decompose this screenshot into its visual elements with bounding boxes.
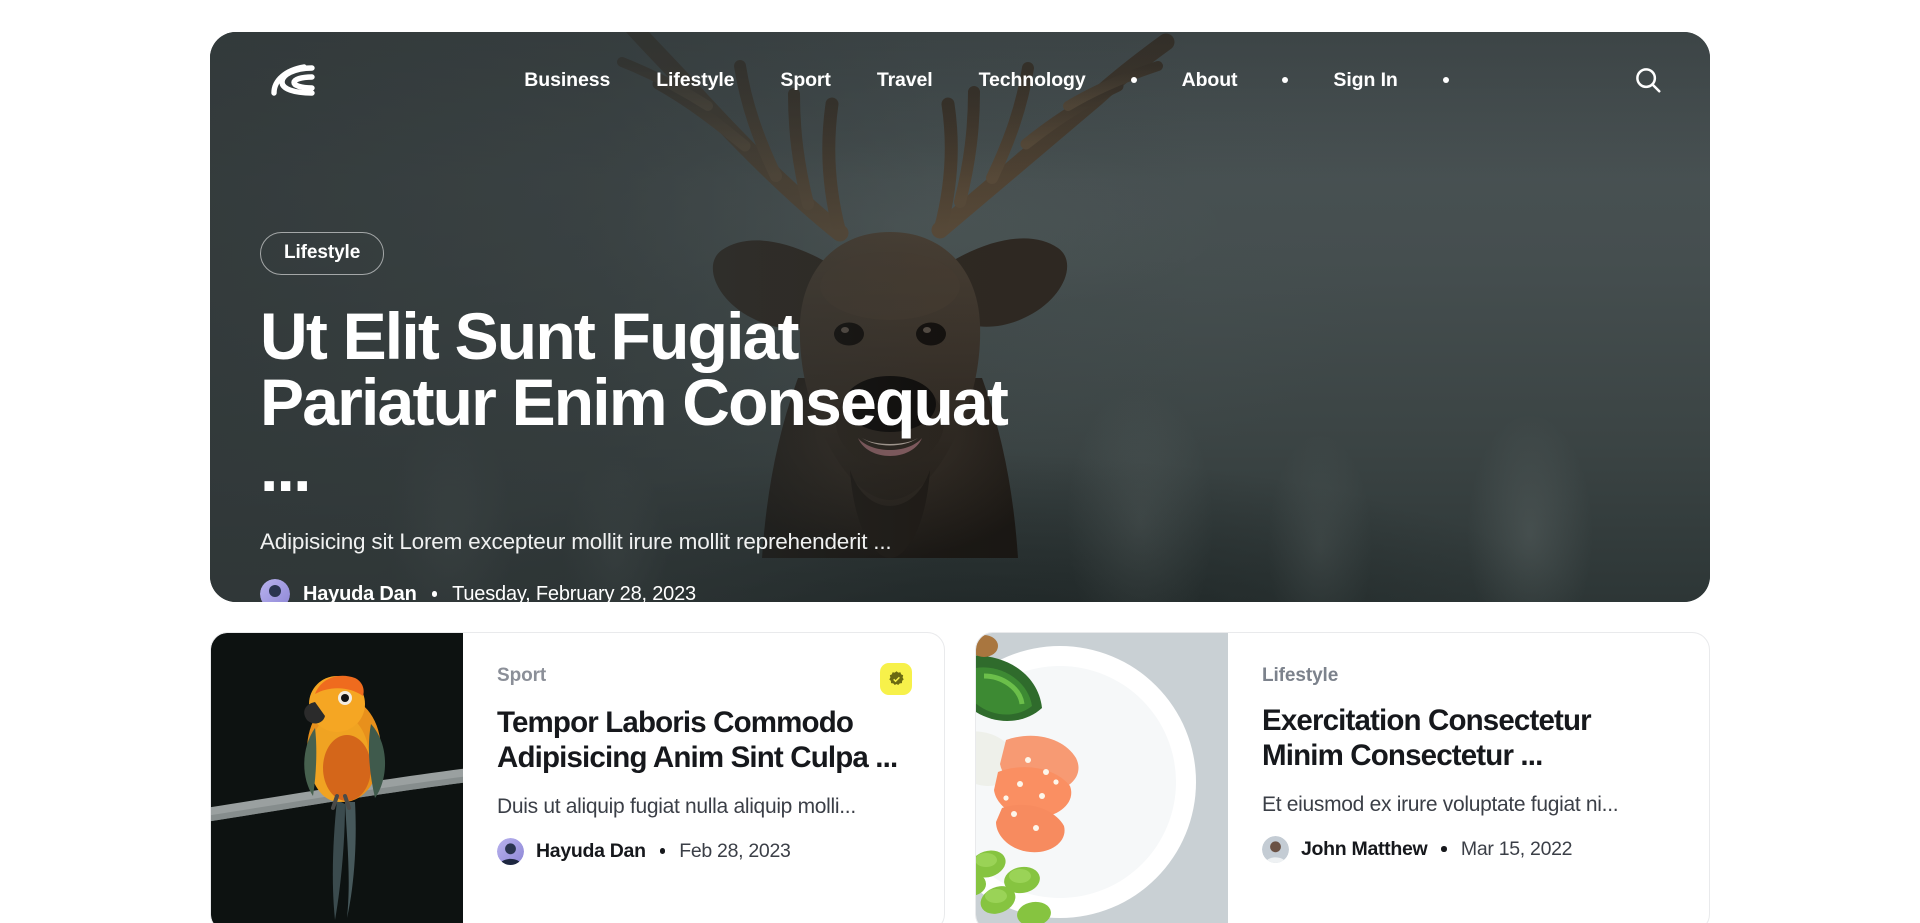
- nav-link-about[interactable]: About: [1159, 61, 1261, 100]
- card-title[interactable]: Tempor Laboris Commodo Adipisicing Anim …: [497, 706, 910, 776]
- nav-link-sport[interactable]: Sport: [757, 61, 853, 100]
- search-icon: [1636, 68, 1661, 93]
- article-card[interactable]: Sport Tempor Laboris Commodo Adipisicing…: [210, 632, 945, 923]
- hero-title[interactable]: Ut Elit Sunt Fugiat Pariatur Enim Conseq…: [260, 303, 1020, 501]
- card-category[interactable]: Lifestyle: [1262, 665, 1338, 686]
- hero-category-badge[interactable]: Lifestyle: [260, 232, 385, 275]
- article-card-row: Sport Tempor Laboris Commodo Adipisicing…: [210, 632, 1710, 923]
- card-meta: John Matthew Mar 15, 2022: [1262, 835, 1675, 863]
- article-card[interactable]: Lifestyle Exercitation Consectetur Minim…: [975, 632, 1710, 923]
- card-category[interactable]: Sport: [497, 665, 546, 686]
- nav-link-business[interactable]: Business: [501, 61, 633, 100]
- nav-separator-dot: [1130, 77, 1137, 83]
- card-body: Sport Tempor Laboris Commodo Adipisicing…: [463, 633, 944, 923]
- main-navigation: Business Lifestyle Sport Travel Technolo…: [210, 32, 1710, 128]
- meta-separator-dot: [431, 591, 438, 597]
- hero-content: Lifestyle Ut Elit Sunt Fugiat Pariatur E…: [260, 232, 1120, 602]
- meta-separator-dot: [659, 848, 666, 854]
- hero-meta: Hayuda Dan Tuesday, February 28, 2023: [260, 579, 1120, 602]
- hero-date: Tuesday, February 28, 2023: [452, 582, 696, 603]
- card-date: Mar 15, 2022: [1460, 837, 1573, 860]
- avatar: [497, 837, 524, 865]
- nav-link-sign-in[interactable]: Sign In: [1310, 61, 1420, 100]
- card-meta: Hayuda Dan Feb 28, 2023: [497, 837, 910, 865]
- avatar: [1262, 835, 1289, 863]
- nav-separator-dot: [1282, 77, 1289, 83]
- meta-separator-dot: [1441, 846, 1447, 852]
- card-excerpt: Et eiusmod ex irure voluptate fugiat ni.…: [1262, 792, 1619, 816]
- swoosh-logo-icon[interactable]: [260, 58, 326, 102]
- card-body: Lifestyle Exercitation Consectetur Minim…: [1228, 633, 1709, 923]
- nav-links: Business Lifestyle Sport Travel Technolo…: [360, 61, 1612, 100]
- nav-separator-dot: [1442, 77, 1449, 83]
- nav-link-technology[interactable]: Technology: [956, 61, 1109, 100]
- hero-featured-article[interactable]: Business Lifestyle Sport Travel Technolo…: [210, 32, 1710, 602]
- hero-excerpt: Adipisicing sit Lorem excepteur mollit i…: [260, 529, 892, 554]
- verified-badge: [880, 663, 912, 695]
- card-author[interactable]: John Matthew: [1301, 838, 1428, 861]
- card-excerpt: Duis ut aliquip fugiat nulla aliquip mol…: [497, 794, 856, 818]
- avatar: [260, 579, 290, 602]
- card-author[interactable]: Hayuda Dan: [536, 840, 646, 863]
- parrot-thumbnail-image[interactable]: [211, 633, 463, 923]
- nav-link-travel[interactable]: Travel: [854, 61, 956, 100]
- page-root: Business Lifestyle Sport Travel Technolo…: [0, 0, 1920, 923]
- poke-bowl-thumbnail-image[interactable]: [976, 633, 1228, 923]
- card-date: Feb 28, 2023: [679, 839, 791, 862]
- hero-author[interactable]: Hayuda Dan: [303, 583, 417, 603]
- search-button[interactable]: [1626, 58, 1670, 102]
- card-title[interactable]: Exercitation Consectetur Minim Consectet…: [1262, 704, 1675, 774]
- nav-link-lifestyle[interactable]: Lifestyle: [633, 61, 757, 100]
- verified-badge-icon: [888, 670, 904, 685]
